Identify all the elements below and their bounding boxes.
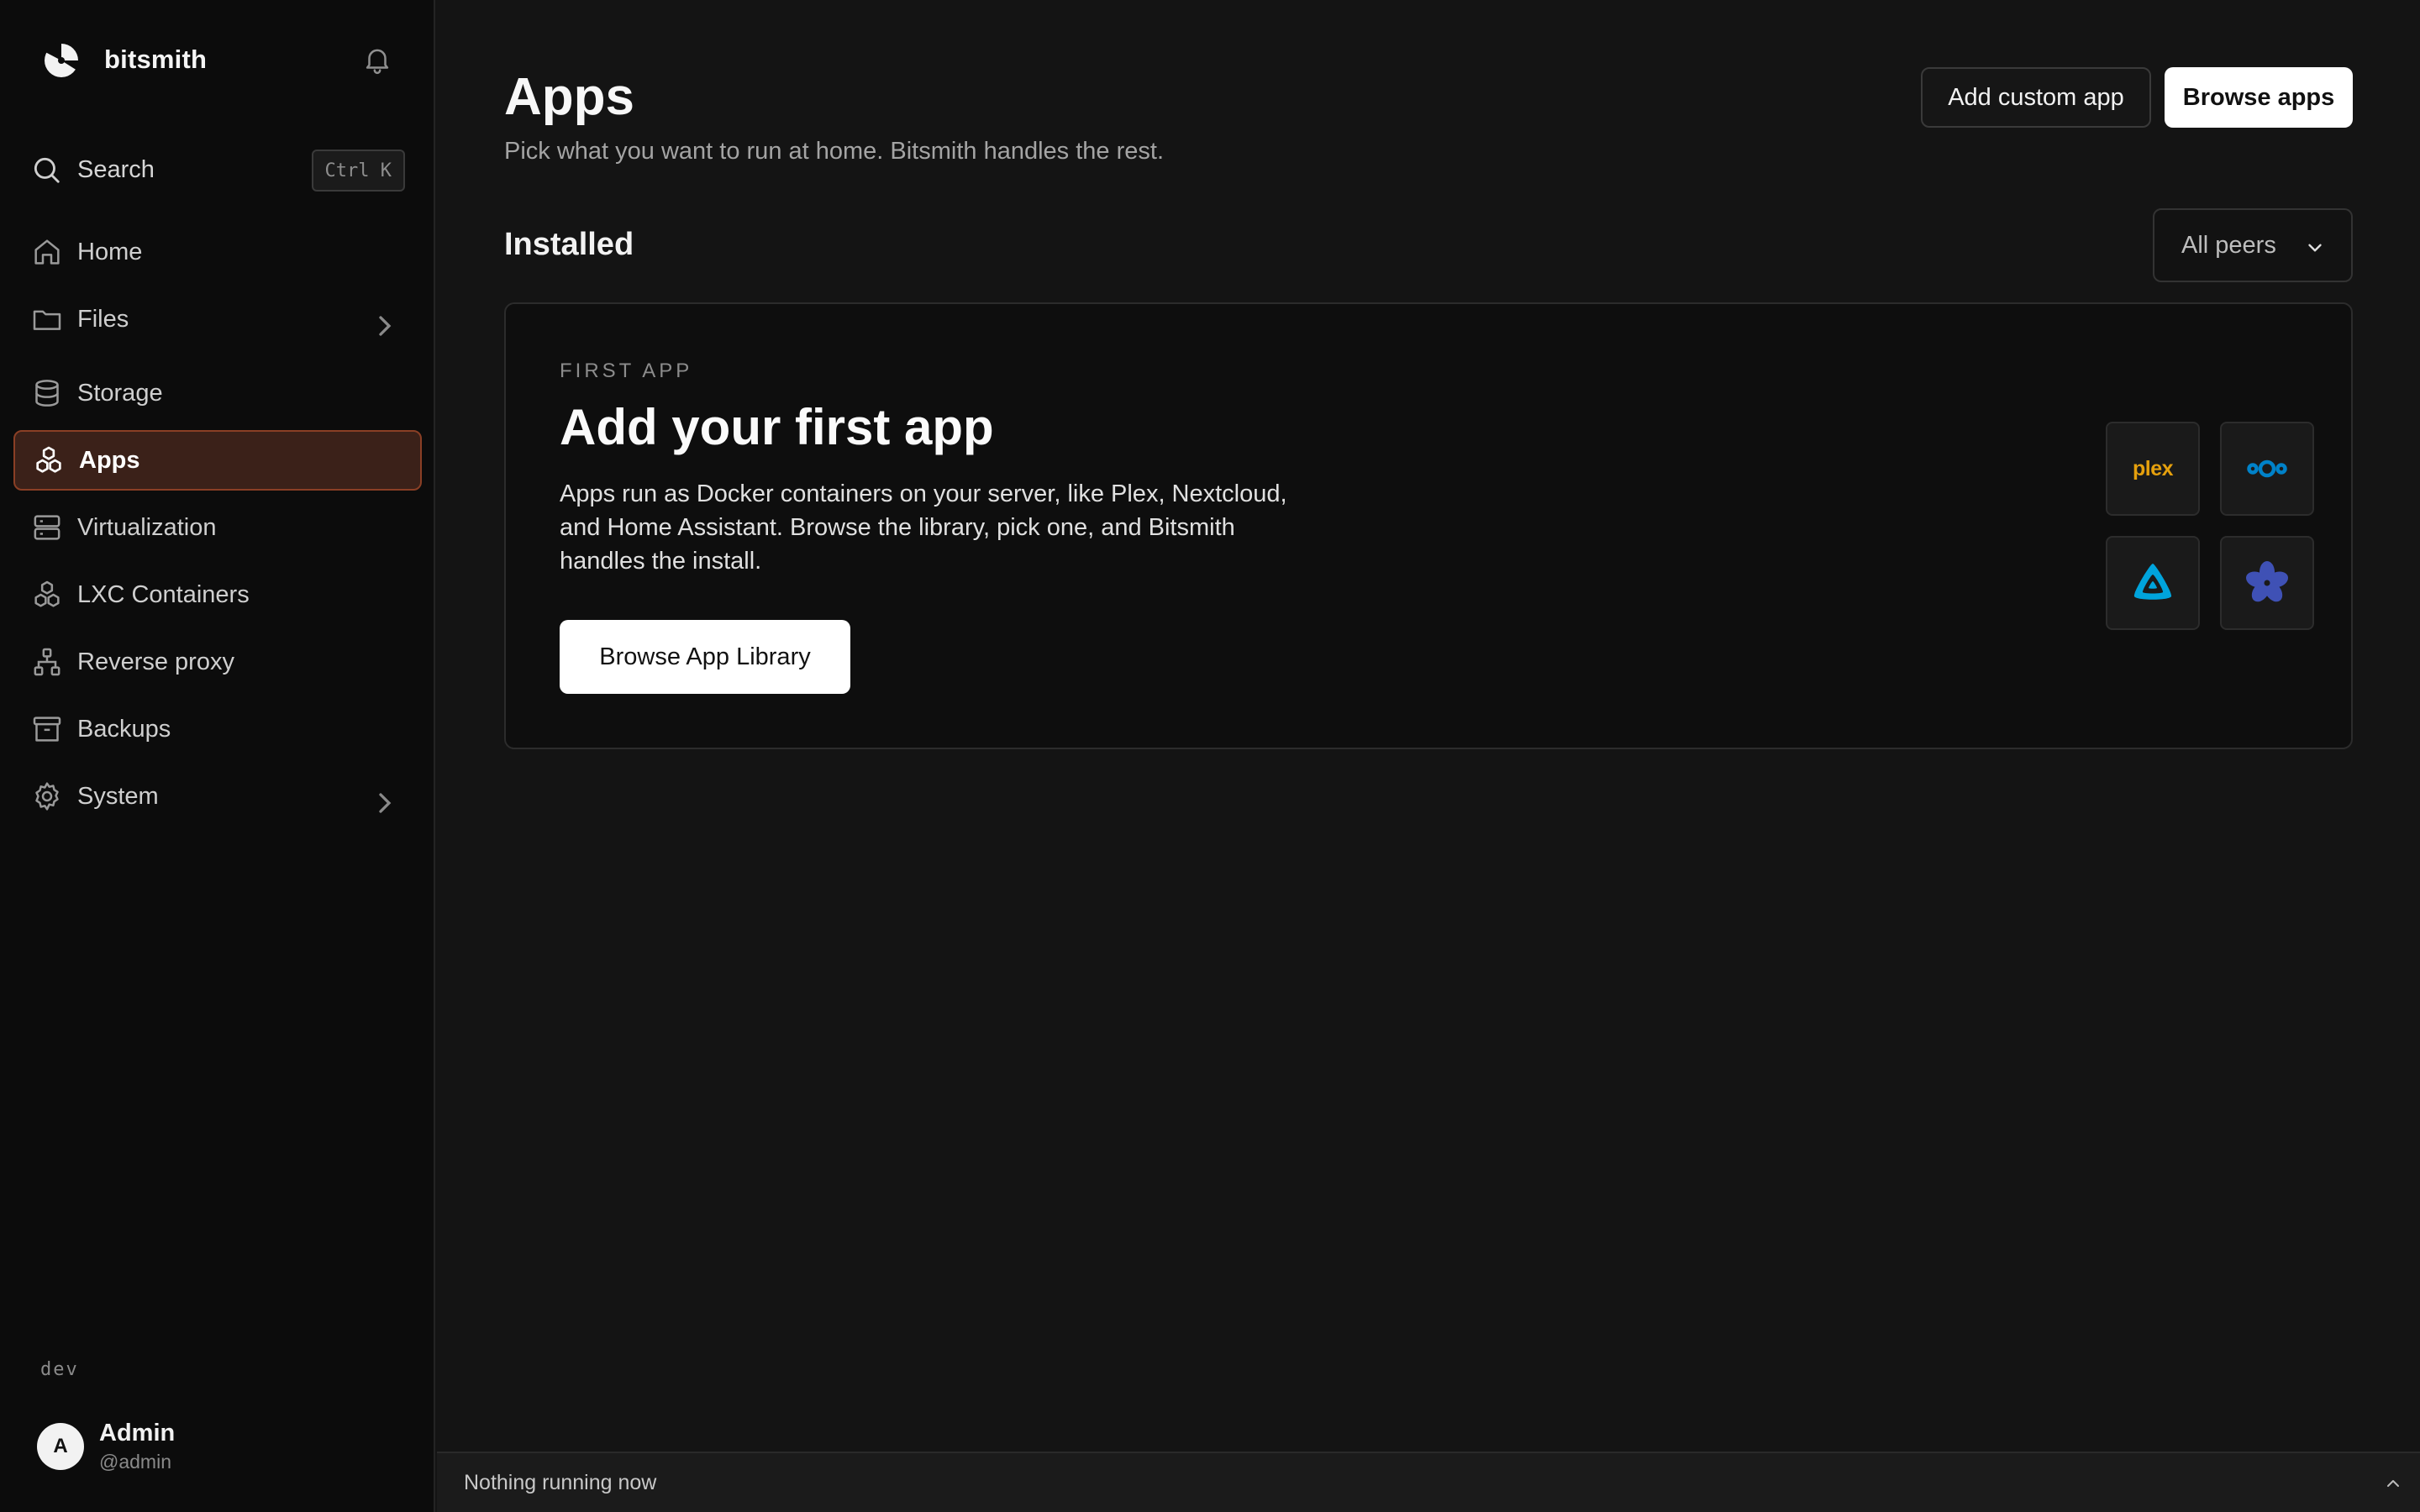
folder-icon: [33, 310, 61, 330]
brand-logo-icon: [45, 42, 81, 77]
chevron-right-icon: [379, 316, 392, 336]
sidebar-item-label: Virtualization: [77, 513, 217, 541]
sidebar: bitsmith Search Ctrl K Home Files Storag…: [0, 0, 435, 1512]
search-button[interactable]: Search Ctrl K: [30, 148, 405, 192]
jellyfin-logo-icon: [2133, 564, 2172, 600]
environment-label: dev: [40, 1359, 79, 1380]
home-icon: [34, 239, 60, 265]
sidebar-item-label: Files: [77, 305, 129, 333]
search-label: Search: [77, 155, 155, 183]
containers-icon: [34, 580, 60, 607]
page-title: Apps: [504, 68, 634, 126]
sidebar-item-label: Home: [77, 238, 143, 265]
app-tile-jellyfin: [2106, 536, 2200, 630]
peer-filter-select[interactable]: All peers: [2153, 208, 2353, 282]
archive-icon: [33, 717, 61, 742]
user-name: Admin: [99, 1420, 176, 1446]
user-menu[interactable]: A Admin @admin: [37, 1420, 175, 1473]
sidebar-item-label: Storage: [77, 379, 163, 407]
app-tile-pinwheel: [2220, 536, 2314, 630]
nextcloud-logo-icon: [2247, 459, 2287, 478]
chevron-right-icon: [379, 793, 392, 813]
brand-name: bitsmith: [104, 45, 208, 74]
user-handle: @admin: [99, 1451, 171, 1473]
app-tile-nextcloud: [2220, 422, 2314, 516]
peer-filter-value: All peers: [2181, 231, 2276, 259]
brand[interactable]: bitsmith: [40, 39, 207, 81]
sidebar-item-lxc-containers[interactable]: LXC Containers: [13, 564, 422, 625]
network-icon: [34, 648, 60, 676]
user-info: Admin @admin: [99, 1420, 175, 1473]
browse-apps-button[interactable]: Browse apps: [2165, 67, 2353, 128]
sidebar-item-apps[interactable]: Apps: [13, 430, 422, 491]
empty-state-card: FIRST APP Add your first app Apps run as…: [504, 302, 2353, 749]
apps-icon: [36, 446, 61, 473]
sidebar-item-label: System: [77, 782, 159, 810]
chevron-down-icon: [2308, 244, 2322, 252]
sidebar-item-label: Backups: [77, 715, 171, 743]
pinwheel-logo-icon: [2245, 561, 2289, 602]
server-icon: [34, 515, 60, 540]
sidebar-item-system[interactable]: System: [13, 766, 422, 827]
card-title: Add your first app: [560, 399, 994, 455]
chevron-up-icon[interactable]: [2383, 1473, 2403, 1494]
sidebar-item-label: LXC Containers: [77, 580, 250, 608]
page-subtitle: Pick what you want to run at home. Bitsm…: [504, 138, 1164, 165]
database-icon: [35, 380, 59, 407]
bell-icon[interactable]: [361, 44, 393, 76]
main-content: Apps Pick what you want to run at home. …: [437, 0, 2420, 1452]
search-shortcut-badge: Ctrl K: [311, 150, 405, 192]
status-text: Nothing running now: [464, 1470, 657, 1494]
app-tile-plex: plex: [2106, 422, 2200, 516]
card-description: Apps run as Docker containers on your se…: [560, 480, 1287, 575]
status-bar[interactable]: Nothing running now: [437, 1452, 2420, 1512]
sidebar-item-label: Reverse proxy: [77, 648, 234, 675]
sidebar-item-storage[interactable]: Storage: [13, 363, 422, 423]
card-eyebrow: FIRST APP: [560, 360, 693, 382]
plex-logo: plex: [2132, 456, 2174, 480]
add-custom-app-button[interactable]: Add custom app: [1921, 67, 2151, 128]
browse-app-library-button[interactable]: Browse App Library: [560, 620, 850, 694]
sidebar-item-home[interactable]: Home: [13, 222, 422, 282]
sidebar-item-virtualization[interactable]: Virtualization: [13, 497, 422, 558]
app-window: bitsmith Search Ctrl K Home Files Storag…: [0, 0, 2420, 1512]
sidebar-item-backups[interactable]: Backups: [13, 699, 422, 759]
search-icon: [34, 157, 60, 183]
sidebar-item-label: Apps: [79, 446, 140, 474]
avatar: A: [37, 1423, 84, 1470]
sidebar-item-reverse-proxy[interactable]: Reverse proxy: [13, 632, 422, 692]
gear-icon: [35, 782, 59, 811]
installed-section-title: Installed: [504, 227, 634, 262]
sidebar-item-files[interactable]: Files: [13, 289, 422, 349]
